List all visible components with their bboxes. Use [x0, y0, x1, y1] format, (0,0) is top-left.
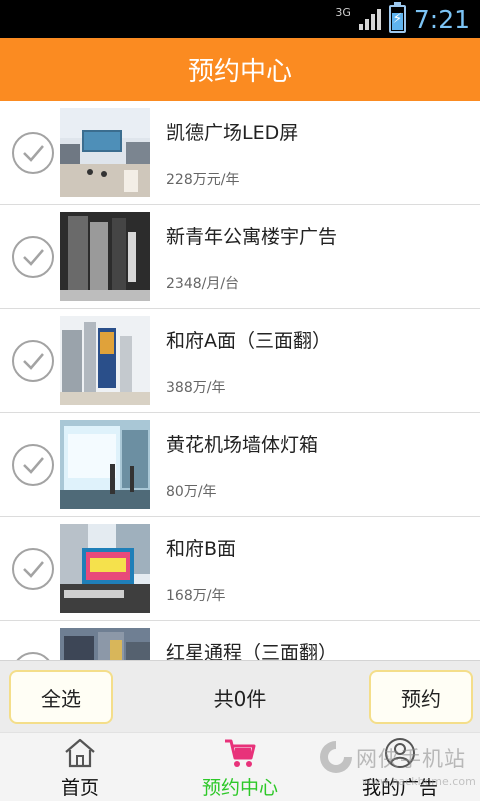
item-thumbnail	[60, 316, 150, 405]
item-name: 新青年公寓楼宇广告	[166, 226, 338, 248]
item-thumbnail	[60, 212, 150, 301]
ad-list[interactable]: 凯德广场LED屏 228万元/年 新青年公寓楼宇广告 2348/月/台 和府A面…	[0, 101, 480, 660]
list-item[interactable]: 凯德广场LED屏 228万元/年	[0, 101, 480, 205]
tab-label: 我的广告	[361, 777, 438, 799]
checkbox[interactable]	[12, 548, 54, 590]
status-bar: 3G ⚡ 7:21	[0, 0, 480, 38]
check-icon	[23, 457, 44, 474]
battery-icon: ⚡	[388, 2, 406, 33]
check-icon	[23, 353, 44, 370]
network-type: 3G	[335, 5, 351, 19]
home-icon	[65, 738, 95, 768]
item-thumbnail	[60, 108, 150, 197]
item-price: 228万元/年	[166, 172, 240, 188]
list-item[interactable]: 黄花机场墙体灯箱 80万/年	[0, 413, 480, 517]
page-title: 预约中心	[187, 57, 292, 87]
tab-home[interactable]: 首页	[20, 733, 140, 801]
check-icon	[23, 561, 44, 578]
checkbox[interactable]	[12, 444, 54, 486]
checkbox[interactable]	[12, 652, 54, 660]
book-button[interactable]: 预约	[369, 670, 473, 724]
item-thumbnail	[60, 628, 150, 660]
item-name: 凯德广场LED屏	[166, 122, 299, 144]
check-icon	[23, 145, 44, 162]
list-item[interactable]: 和府B面 168万/年	[0, 517, 480, 621]
item-price: 80万/年	[166, 484, 217, 500]
tab-label: 预约中心	[201, 777, 278, 799]
item-name: 红星通程（三面翻）	[166, 642, 338, 660]
checkbox[interactable]	[12, 132, 54, 174]
signal-icon	[358, 8, 381, 30]
cart-icon	[225, 739, 256, 767]
item-price: 168万/年	[166, 588, 226, 604]
tab-booking[interactable]: 预约中心	[180, 733, 300, 801]
action-bar: 全选 共0件 预约	[0, 660, 480, 733]
tab-label: 首页	[60, 777, 99, 799]
checkbox[interactable]	[12, 236, 54, 278]
checkbox[interactable]	[12, 340, 54, 382]
clock: 7:21	[413, 4, 470, 34]
item-thumbnail	[60, 420, 150, 509]
bottom-tab-bar: 首页 预约中心 我的广告	[0, 732, 480, 801]
list-item[interactable]: 和府A面（三面翻） 388万/年	[0, 309, 480, 413]
check-icon	[23, 249, 44, 266]
tab-my-ads[interactable]: 我的广告	[340, 733, 460, 801]
item-price: 388万/年	[166, 380, 226, 396]
item-name: 和府B面	[166, 538, 237, 560]
item-thumbnail	[60, 524, 150, 613]
list-item[interactable]: 新青年公寓楼宇广告 2348/月/台	[0, 205, 480, 309]
item-name: 黄花机场墙体灯箱	[166, 434, 319, 456]
list-item[interactable]: 红星通程（三面翻）	[0, 621, 480, 660]
title-bar: 预约中心	[0, 38, 480, 101]
item-price: 2348/月/台	[166, 276, 240, 292]
user-icon	[385, 738, 415, 768]
item-name: 和府A面（三面翻）	[166, 330, 331, 352]
